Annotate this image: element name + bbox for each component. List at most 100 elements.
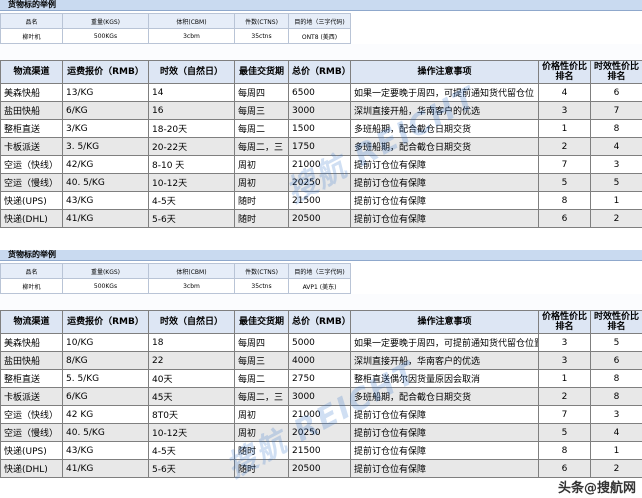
- table-cell: 6500: [288, 83, 351, 102]
- table-cell: 卡板派送: [0, 387, 63, 406]
- table-cell: 提前订仓位有保障: [350, 155, 539, 174]
- table-cell: 空运（快线）: [0, 155, 63, 174]
- table-cell: 4000: [288, 351, 351, 370]
- table-cell: 8: [590, 369, 642, 388]
- table-cell: 随时: [234, 441, 289, 460]
- table-row: 空运（快线） 42 KG 8T0天 周初 21000 提前订仓位有保障 7 3: [0, 405, 642, 424]
- column-header: 物流渠道: [0, 310, 63, 334]
- table-cell: 18-20天: [148, 119, 235, 138]
- table-cell: 每周三: [234, 101, 289, 120]
- table-cell: 5: [538, 173, 591, 192]
- table-cell: 2: [538, 137, 591, 156]
- table-cell: 周初: [234, 405, 289, 424]
- table-cell: 3: [538, 333, 591, 352]
- table-cell: 整柜直送偶尔因货量原因会取消: [350, 369, 539, 388]
- info-header-cell: 重量(KGS): [62, 13, 149, 29]
- info-value-cell: 500KGs: [62, 278, 149, 294]
- table-cell: 如果一定要晚于周四，可提前通知货代留仓位: [350, 83, 539, 102]
- table-cell: 21500: [288, 191, 351, 210]
- table-cell: 41/KG: [62, 209, 149, 228]
- info-value-cell: 柳叶机: [0, 28, 63, 44]
- table-cell: 10-12天: [148, 173, 235, 192]
- section-1: 货物标的举例 品名 重量(KGS) 体积(CBM) 件数(CTNS) 目的地（三…: [0, 0, 642, 228]
- spacer: [0, 294, 642, 310]
- table-cell: 每周三: [234, 351, 289, 370]
- table-cell: 6/KG: [62, 101, 149, 120]
- table-cell: 5-6天: [148, 459, 235, 478]
- info-value-cell: AVP1 (美东): [288, 278, 351, 294]
- table-cell: 每周四: [234, 83, 289, 102]
- table-cell: 4: [538, 83, 591, 102]
- footer-source-tag: 头条@搜航网: [557, 481, 636, 496]
- table-row: 快递(UPS) 43/KG 4-5天 随时 21500 提前订仓位有保障 8 1: [0, 191, 642, 210]
- column-header: 运费报价（RMB）: [62, 60, 149, 84]
- table-cell: 21500: [288, 441, 351, 460]
- table-cell: 盐田快船: [0, 351, 63, 370]
- info-header-cell: 体积(CBM): [148, 263, 235, 279]
- table-cell: 10/KG: [62, 333, 149, 352]
- section-2: 货物标的举例 品名 重量(KGS) 体积(CBM) 件数(CTNS) 目的地（三…: [0, 250, 642, 478]
- table-cell: 4-5天: [148, 191, 235, 210]
- logistics-table: 物流渠道 运费报价（RMB） 时效（自然日） 最佳交货期 总价（RMB） 操作注…: [0, 60, 642, 228]
- table-cell: 1: [590, 441, 642, 460]
- table-cell: 42/KG: [62, 155, 149, 174]
- table-cell: 40. 5/KG: [62, 173, 149, 192]
- info-header-cell: 件数(CTNS): [234, 13, 289, 29]
- table-cell: 提前订仓位有保障: [350, 423, 539, 442]
- info-value-cell: 柳叶机: [0, 278, 63, 294]
- table-cell: 随时: [234, 209, 289, 228]
- table-row: 空运（慢线） 40. 5/KG 10-12天 周初 20250 提前订仓位有保障 5 5: [0, 173, 642, 192]
- info-value-row: 柳叶机 500KGs 3cbm 35ctns ONT8 (美西): [0, 28, 351, 44]
- table-cell: 每周二: [234, 369, 289, 388]
- table-cell: 1500: [288, 119, 351, 138]
- table-row: 快递(DHL) 41/KG 5-6天 随时 20500 提前订仓位有保障 6 2: [0, 209, 642, 228]
- table-cell: 3/KG: [62, 119, 149, 138]
- table-cell: 22: [148, 351, 235, 370]
- table-cell: 多班船期，配合截仓日期交货: [350, 137, 539, 156]
- table-cell: 提前订仓位有保障: [350, 459, 539, 478]
- table-cell: 16: [148, 101, 235, 120]
- table-cell: 40. 5/KG: [62, 423, 149, 442]
- column-header: 时效（自然日）: [148, 310, 235, 334]
- table-cell: 8: [538, 191, 591, 210]
- table-cell: 提前订仓位有保障: [350, 405, 539, 424]
- table-cell: 盐田快船: [0, 101, 63, 120]
- table-row: 盐田快船 8/KG 22 每周三 4000 深圳直接开船，华南客户的优选 3 6: [0, 351, 642, 370]
- table-cell: 4: [590, 137, 642, 156]
- column-header: 最佳交货期: [234, 60, 289, 84]
- table-cell: 6: [590, 351, 642, 370]
- table-cell: 4-5天: [148, 441, 235, 460]
- table-cell: 18: [148, 333, 235, 352]
- table-cell: 20-22天: [148, 137, 235, 156]
- table-cell: 1750: [288, 137, 351, 156]
- table-cell: 8: [590, 387, 642, 406]
- table-cell: 7: [538, 405, 591, 424]
- info-value-cell: 3cbm: [148, 278, 235, 294]
- table-cell: 6: [538, 459, 591, 478]
- table-cell: 空运（快线）: [0, 405, 63, 424]
- info-header-cell: 重量(KGS): [62, 263, 149, 279]
- table-cell: 21000: [288, 155, 351, 174]
- table-cell: 21000: [288, 405, 351, 424]
- table-cell: 快递(UPS): [0, 441, 63, 460]
- table-cell: 6: [538, 209, 591, 228]
- column-header: 运费报价（RMB）: [62, 310, 149, 334]
- table-cell: 5: [590, 173, 642, 192]
- table-cell: 每周二，三: [234, 137, 289, 156]
- cargo-info-table: 品名 重量(KGS) 体积(CBM) 件数(CTNS) 目的地（三字代码) 柳叶…: [0, 263, 351, 294]
- info-value-cell: ONT8 (美西): [288, 28, 351, 44]
- table-cell: 整柜直送: [0, 119, 63, 138]
- table-row: 卡板派送 6/KG 45天 每周二，三 3000 多班船期，配合截仓日期交货 2 8: [0, 387, 642, 406]
- table-cell: 43/KG: [62, 441, 149, 460]
- table-cell: 快递(DHL): [0, 209, 63, 228]
- table-cell: 2750: [288, 369, 351, 388]
- table-row: 整柜直送 3/KG 18-20天 每周二 1500 多班船期，配合截仓日期交货 1 8: [0, 119, 642, 138]
- column-header: 操作注意事项: [350, 310, 539, 334]
- table-cell: 2: [538, 387, 591, 406]
- info-header-cell: 件数(CTNS): [234, 263, 289, 279]
- table-cell: 3: [590, 155, 642, 174]
- table-cell: 每周四: [234, 333, 289, 352]
- column-header: 时效性价比排名: [590, 310, 642, 334]
- table-cell: 多班船期，配合截仓日期交货: [350, 387, 539, 406]
- info-value-cell: 35ctns: [234, 278, 289, 294]
